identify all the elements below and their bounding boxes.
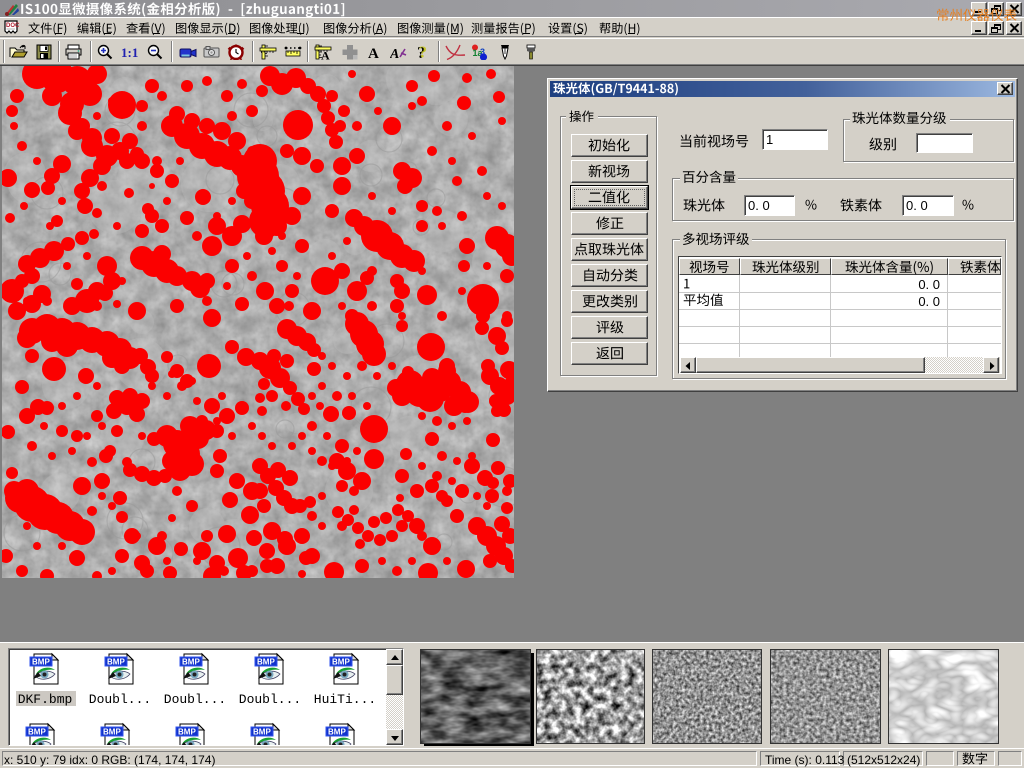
svg-text:BMP: BMP — [328, 728, 346, 737]
svg-text:BMP: BMP — [28, 728, 46, 737]
svg-text:DOC: DOC — [6, 23, 20, 29]
svg-text:BMP: BMP — [332, 658, 350, 667]
svg-text:BMP: BMP — [182, 658, 200, 667]
svg-text:A: A — [368, 46, 379, 60]
svg-text:BMP: BMP — [32, 658, 50, 667]
svg-text:?: ? — [419, 44, 428, 60]
svg-text:A: A — [321, 49, 330, 61]
svg-text:BMP: BMP — [103, 728, 121, 737]
svg-text:BMP: BMP — [178, 728, 196, 737]
svg-text:1:1: 1:1 — [121, 45, 138, 60]
svg-text:A: A — [390, 47, 399, 60]
svg-text:BMP: BMP — [253, 728, 271, 737]
svg-text:BMP: BMP — [257, 658, 275, 667]
svg-text:BMP: BMP — [107, 658, 125, 667]
